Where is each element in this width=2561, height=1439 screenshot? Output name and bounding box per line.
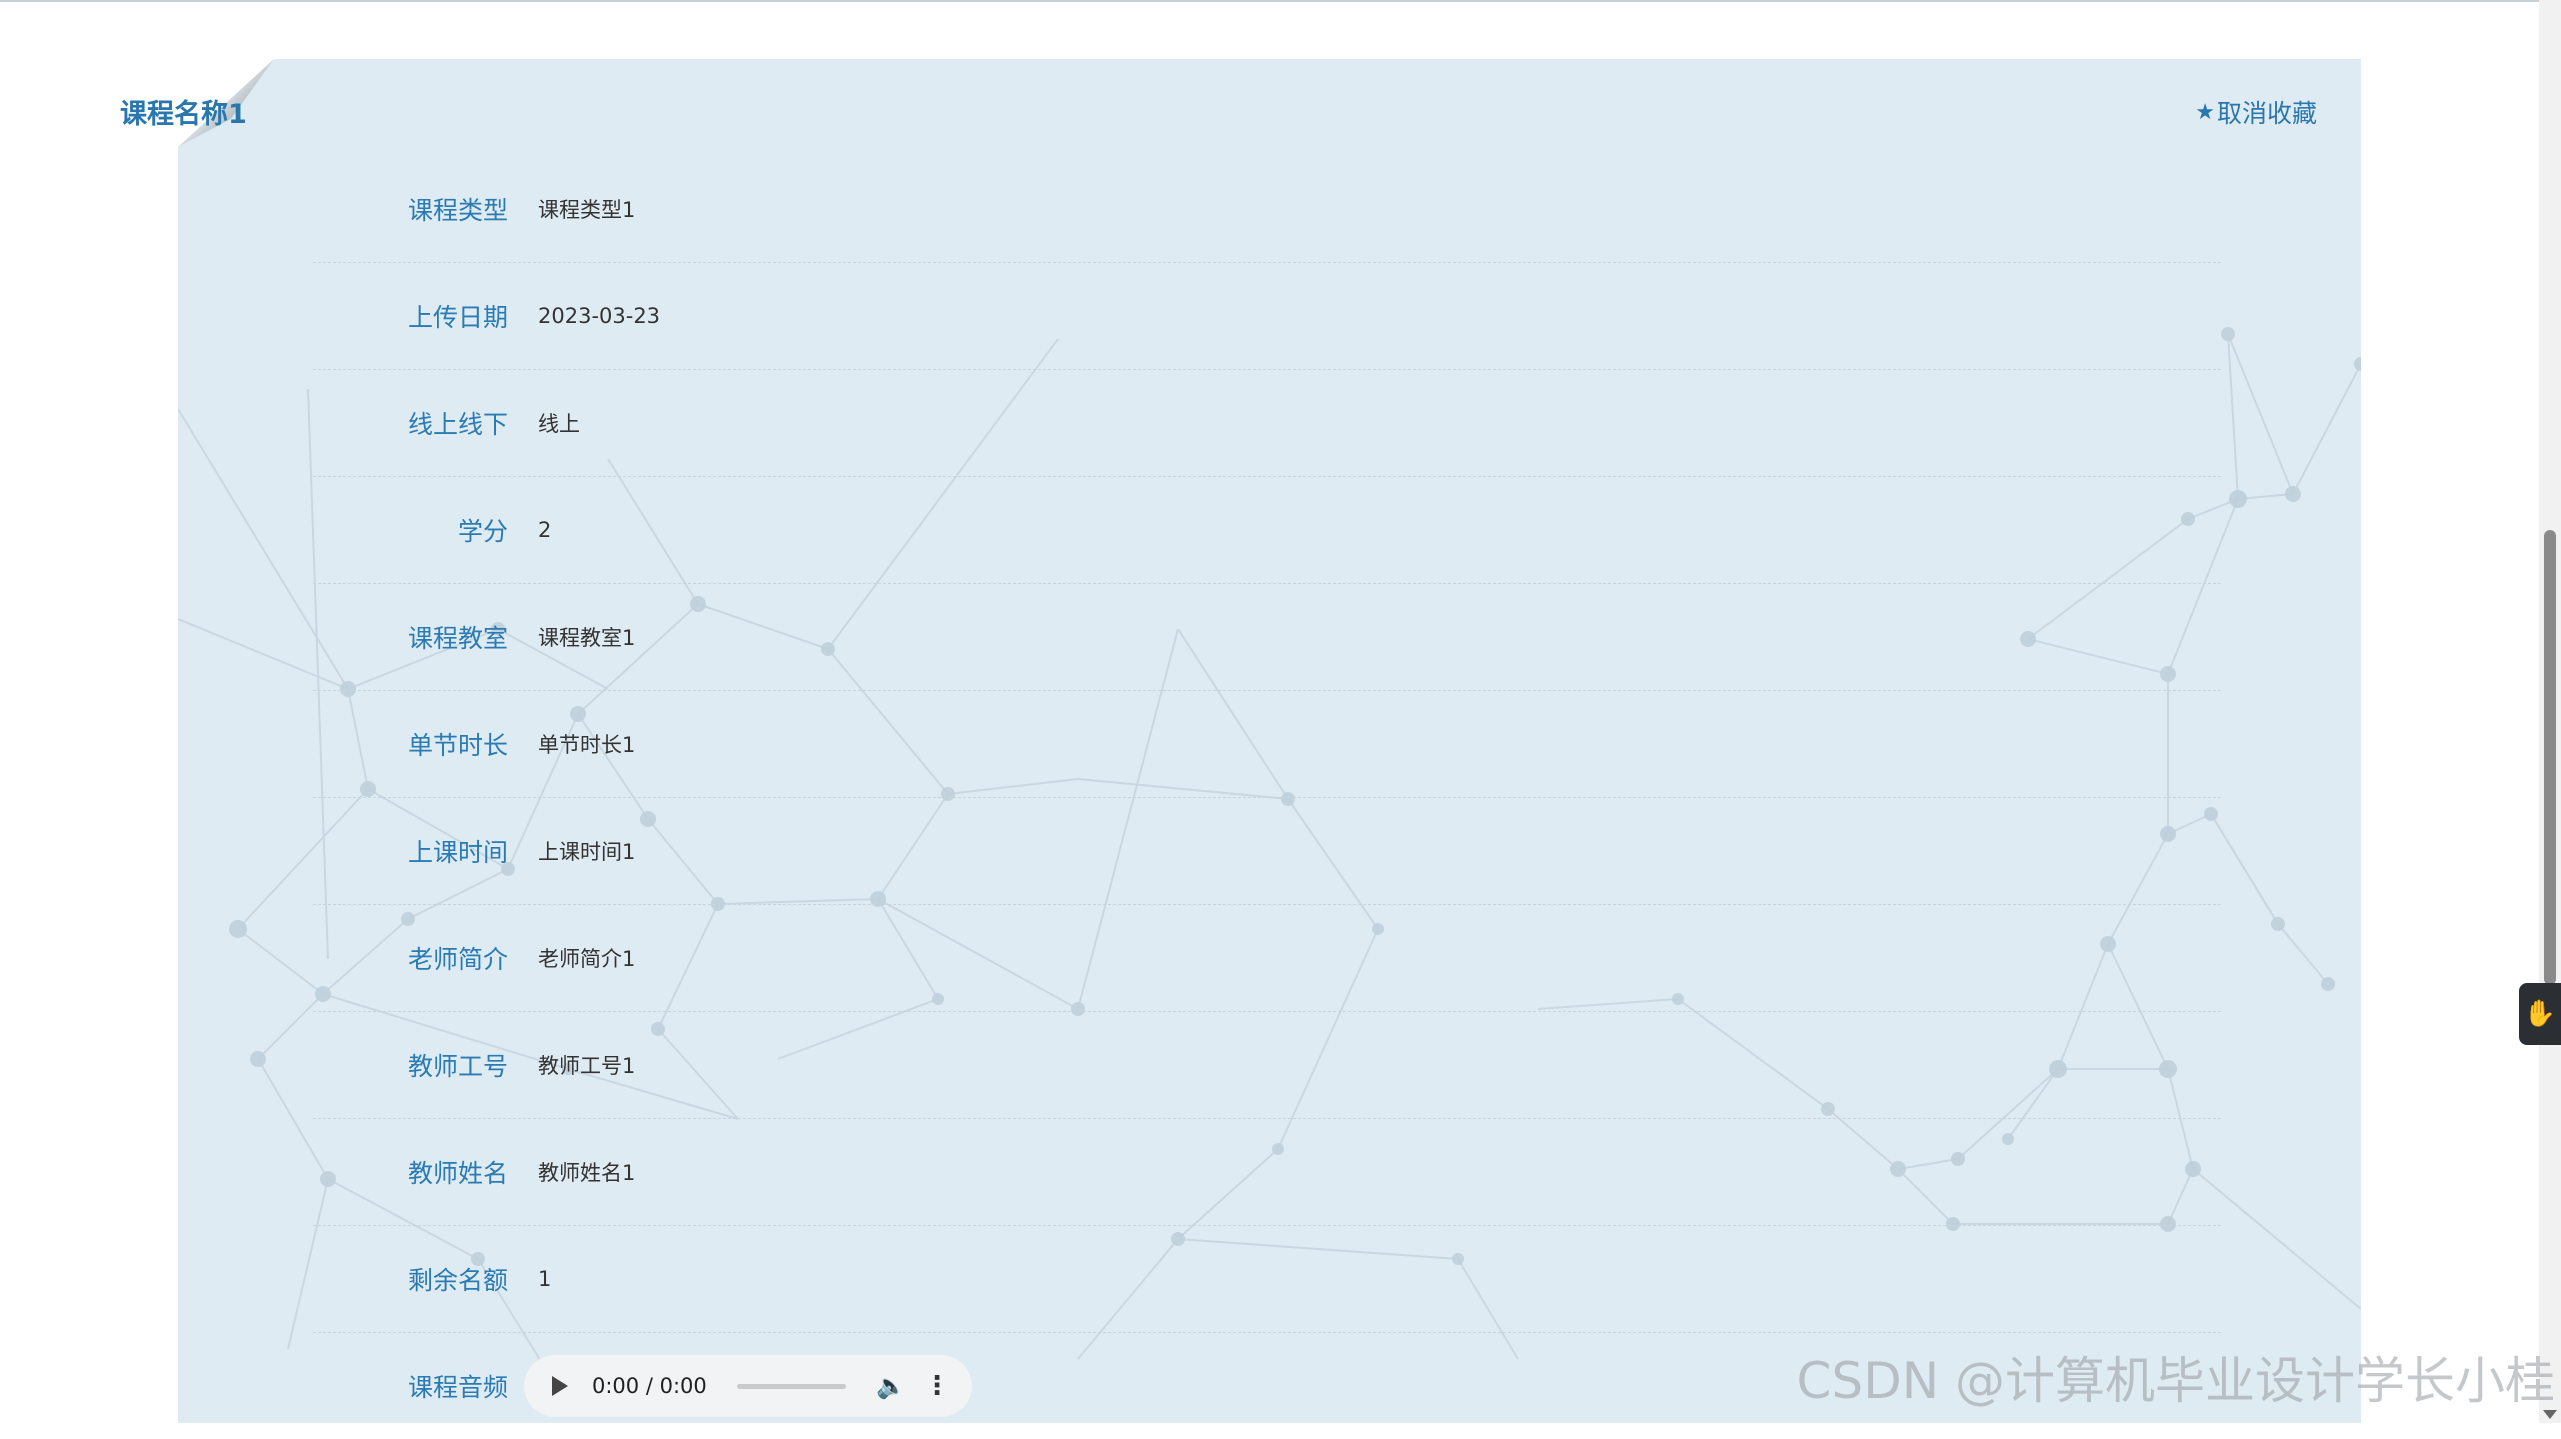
detail-label: 剩余名额 (407, 1266, 508, 1295)
detail-label: 单节时长 (407, 731, 508, 760)
detail-row-teacher-intro: 老师简介 老师简介1 (313, 905, 2221, 1012)
watermark: CSDN @计算机毕业设计学长小桂 (1796, 1352, 2555, 1410)
audio-time: 0:00 / 0:00 (592, 1374, 707, 1398)
detail-value: 上课时间1 (538, 840, 636, 864)
cancel-favorite-button[interactable]: ★ 取消收藏 (2195, 94, 2317, 130)
course-title: 课程名称1 (120, 99, 247, 130)
play-icon[interactable] (552, 1376, 568, 1396)
detail-value: 线上 (538, 412, 580, 436)
hand-icon: ✋ (2523, 999, 2557, 1029)
detail-row-online-offline: 线上线下 线上 (313, 370, 2221, 477)
detail-value: 教师姓名1 (538, 1161, 636, 1185)
detail-value: 2023-03-23 (538, 304, 661, 328)
detail-label: 教师工号 (407, 1052, 508, 1081)
detail-row-lesson-duration: 单节时长 单节时长1 (313, 691, 2221, 798)
detail-label: 上传日期 (407, 303, 508, 332)
detail-row-class-time: 上课时间 上课时间1 (313, 798, 2221, 905)
detail-label: 线上线下 (407, 410, 508, 439)
star-icon: ★ (2195, 99, 2215, 125)
detail-label: 教师姓名 (407, 1159, 508, 1188)
detail-label: 课程类型 (407, 196, 508, 225)
detail-label: 老师简介 (407, 945, 508, 974)
cancel-favorite-label: 取消收藏 (2216, 99, 2317, 128)
detail-row-classroom: 课程教室 课程教室1 (313, 584, 2221, 691)
detail-row-course-type: 课程类型 课程类型1 (313, 156, 2221, 263)
detail-value: 2 (538, 518, 552, 542)
scrollbar-thumb[interactable] (2544, 530, 2556, 985)
detail-value: 1 (538, 1267, 552, 1291)
detail-value: 教师工号1 (538, 1054, 636, 1078)
top-border (0, 0, 2561, 2)
side-tool-widget[interactable]: ✋ (2519, 983, 2561, 1045)
detail-label: 上课时间 (407, 838, 508, 867)
detail-label: 课程教室 (407, 624, 508, 653)
more-options-icon[interactable]: ⋮ (924, 1371, 950, 1401)
detail-label: 课程音频 (407, 1373, 508, 1402)
detail-label: 学分 (457, 517, 508, 546)
detail-value: 单节时长1 (538, 733, 636, 757)
detail-row-upload-date: 上传日期 2023-03-23 (313, 263, 2221, 370)
course-detail-list: 课程类型 课程类型1 上传日期 2023-03-23 线上线下 线上 学分 2 … (313, 156, 2221, 1439)
audio-progress-slider[interactable] (736, 1383, 847, 1389)
volume-icon[interactable]: 🔈 (876, 1372, 906, 1400)
page-scrollbar[interactable] (2539, 0, 2561, 1423)
detail-row-credits: 学分 2 (313, 477, 2221, 584)
audio-player[interactable]: 0:00 / 0:00 🔈 ⋮ (524, 1355, 972, 1417)
detail-value: 课程类型1 (538, 198, 636, 222)
detail-value: 老师简介1 (538, 947, 636, 971)
detail-row-remaining-seats: 剩余名额 1 (313, 1226, 2221, 1333)
detail-value: 课程教室1 (538, 626, 636, 650)
detail-row-teacher-id: 教师工号 教师工号1 (313, 1012, 2221, 1119)
detail-row-teacher-name: 教师姓名 教师姓名1 (313, 1119, 2221, 1226)
